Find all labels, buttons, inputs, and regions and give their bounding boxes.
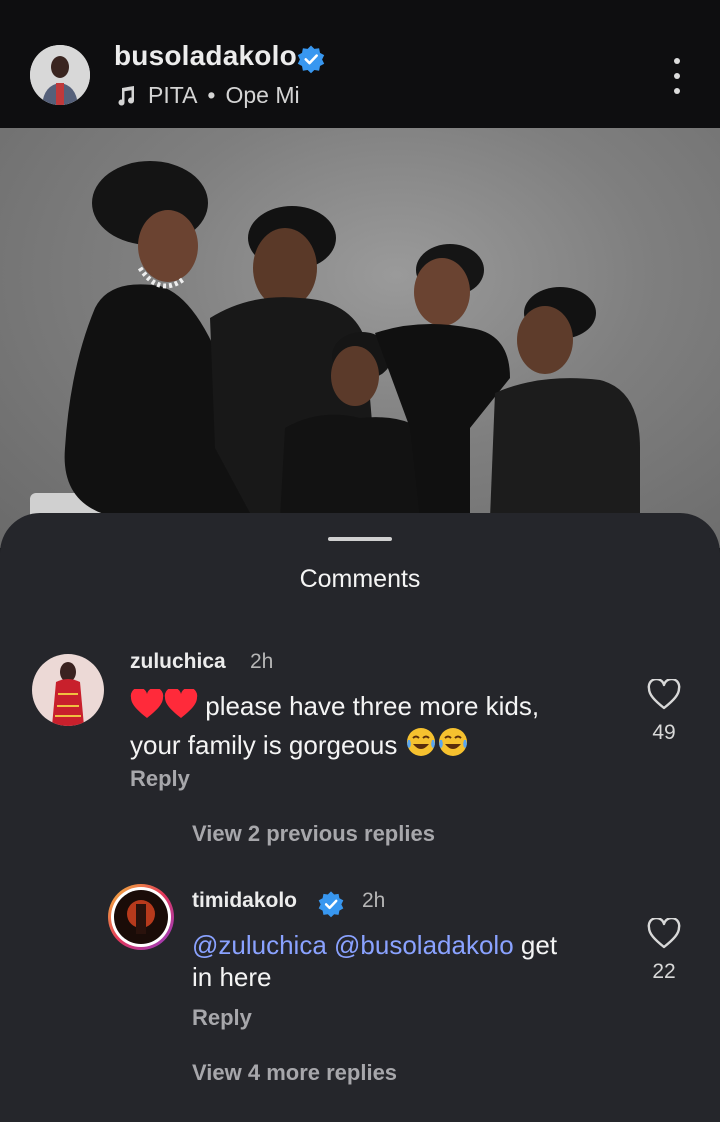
profile-avatar[interactable] [30,45,90,105]
tears-of-joy-icon [437,726,469,765]
family-photo [30,161,640,523]
more-options-icon[interactable] [664,58,690,94]
reply-text-rest: get [520,930,558,960]
like-heart-icon[interactable] [647,679,681,711]
music-artist: PITA [148,82,198,108]
post-image[interactable] [0,128,720,548]
reply-button[interactable]: Reply [192,1005,252,1031]
post-header: busoladakolo PITA • Ope Mi [0,0,720,128]
sheet-drag-handle[interactable] [328,537,392,541]
view-more-replies-button[interactable]: View 4 more replies [192,1060,397,1086]
post-username[interactable]: busoladakolo [114,40,297,72]
tears-of-joy-icon [405,726,437,765]
commenter-avatar[interactable] [32,654,104,726]
like-heart-icon[interactable] [647,918,681,950]
reply-username[interactable]: timidakolo [192,889,297,913]
music-note-icon [118,85,135,106]
verified-badge-icon [297,45,325,74]
comment-text-line1: please have three more kids, [205,691,540,721]
red-heart-icon [130,687,164,726]
comments-sheet: Comments zuluchica 2h please have three … [0,513,720,1122]
comment-time: 2h [250,650,274,673]
like-count: 49 [652,721,676,744]
view-previous-replies-button[interactable]: View 2 previous replies [192,821,435,847]
red-heart-icon [164,687,198,726]
music-info[interactable]: PITA • Ope Mi [114,82,300,109]
music-separator: • [207,82,216,108]
comments-title: Comments [299,565,421,593]
reply-avatar[interactable] [108,884,174,950]
comment-text-line2: your family is gorgeous [130,730,398,760]
like-count: 22 [652,960,676,983]
reply-time: 2h [362,889,386,912]
comment-text: please have three more kids, your family… [130,687,610,765]
reply-text: @zuluchica @busoladakolo get in here [192,929,612,993]
comment-username[interactable]: zuluchica [130,650,226,674]
reply-text-line2: in here [192,962,272,992]
mention-link[interactable]: @zuluchica [192,930,327,960]
reply-button[interactable]: Reply [130,766,190,792]
mention-link[interactable]: @busoladakolo [334,930,514,960]
verified-badge-icon [318,891,344,918]
music-title: Ope Mi [225,82,300,108]
